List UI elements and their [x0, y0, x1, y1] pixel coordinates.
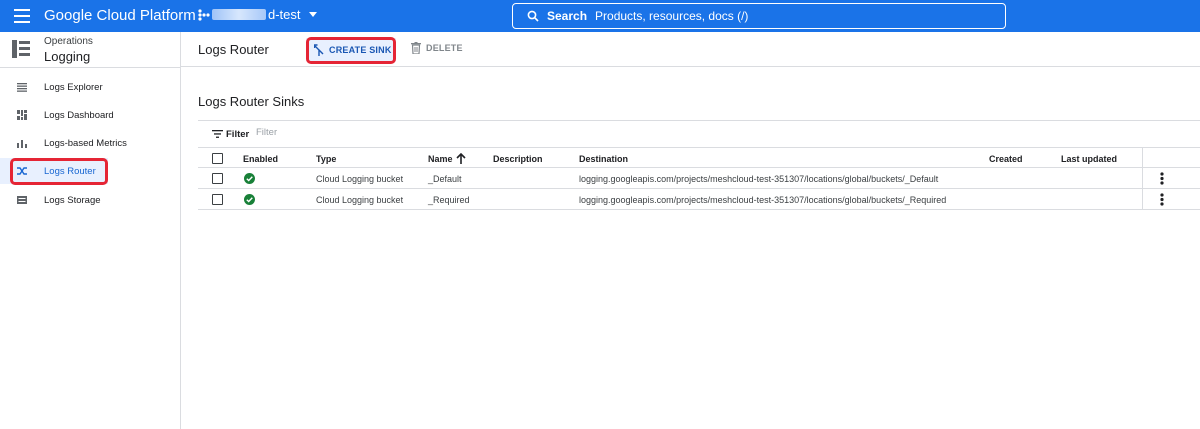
sinks-table: Enabled Type Name Description Destinatio…	[198, 147, 1200, 210]
column-header-destination[interactable]: Destination	[579, 154, 628, 164]
project-selector[interactable]: d-test	[198, 7, 317, 22]
sidebar-item-logs-explorer[interactable]: Logs Explorer	[0, 74, 180, 100]
page-title: Logs Router	[198, 42, 269, 57]
search-box[interactable]: Search	[512, 3, 1006, 29]
table-header-row: Enabled Type Name Description Destinatio…	[198, 147, 1200, 169]
brand-title[interactable]: Google Cloud Platform	[44, 7, 196, 24]
cell-type: Cloud Logging bucket	[316, 174, 404, 184]
cell-destination: logging.googleapis.com/projects/meshclou…	[579, 174, 939, 184]
column-header-last-updated[interactable]: Last updated	[1061, 154, 1117, 164]
search-input[interactable]	[595, 9, 896, 23]
table-row[interactable]: Cloud Logging bucket _Default logging.go…	[198, 168, 1200, 189]
delete-button[interactable]: DELETE	[411, 42, 463, 54]
cell-destination: logging.googleapis.com/projects/meshclou…	[579, 195, 947, 205]
product-name: Logging	[44, 49, 91, 64]
filter-input[interactable]	[256, 127, 456, 138]
sidebar-item-label: Logs Storage	[44, 195, 101, 206]
list-icon	[17, 83, 27, 92]
column-header-name[interactable]: Name	[428, 154, 453, 164]
top-app-bar: Google Cloud Platform d-test Search	[0, 0, 1200, 32]
project-name-suffix: d-test	[268, 7, 301, 22]
trash-icon	[411, 42, 421, 54]
dashboard-icon	[17, 110, 27, 120]
cell-name: _Default	[428, 174, 462, 184]
cell-type: Cloud Logging bucket	[316, 195, 404, 205]
column-header-description[interactable]: Description	[493, 154, 543, 164]
sidebar-item-label: Logs-based Metrics	[44, 138, 127, 149]
logging-product-icon	[12, 40, 30, 58]
column-header-created[interactable]: Created	[989, 154, 1023, 164]
project-icon	[198, 8, 210, 21]
search-icon	[527, 10, 539, 22]
column-divider	[1142, 168, 1143, 189]
more-vert-icon[interactable]	[1160, 172, 1164, 185]
search-label: Search	[547, 9, 588, 23]
row-checkbox[interactable]	[212, 173, 223, 184]
menu-icon[interactable]	[14, 9, 30, 23]
row-checkbox[interactable]	[212, 194, 223, 205]
chevron-down-icon	[308, 12, 317, 17]
product-header: Operations Logging	[0, 32, 180, 68]
filter-icon	[212, 130, 223, 138]
sidebar-item-logs-dashboard[interactable]: Logs Dashboard	[0, 102, 180, 128]
column-header-enabled[interactable]: Enabled	[243, 154, 278, 164]
select-all-checkbox[interactable]	[212, 153, 223, 164]
product-parent: Operations	[44, 36, 93, 47]
sidebar: Operations Logging Logs Explorer Logs Da…	[0, 32, 181, 429]
delete-label: DELETE	[426, 43, 463, 53]
bar-chart-icon	[17, 140, 27, 148]
column-divider	[1142, 189, 1143, 210]
column-header-type[interactable]: Type	[316, 154, 336, 164]
table-row[interactable]: Cloud Logging bucket _Required logging.g…	[198, 189, 1200, 210]
cell-name: _Required	[428, 195, 470, 205]
filter-label: Filter	[226, 129, 250, 140]
column-divider	[1142, 148, 1143, 169]
sidebar-item-label: Logs Explorer	[44, 82, 103, 93]
highlight-box-logs-router	[10, 158, 108, 185]
sidebar-item-label: Logs Dashboard	[44, 110, 114, 121]
arrow-up-icon[interactable]	[456, 153, 466, 164]
redacted-project-name	[212, 9, 266, 20]
section-title: Logs Router Sinks	[198, 94, 305, 109]
check-circle-icon	[244, 173, 255, 184]
highlight-box-create-sink	[306, 37, 396, 64]
sidebar-item-logs-storage[interactable]: Logs Storage	[0, 187, 180, 213]
storage-icon	[17, 196, 27, 204]
sidebar-item-logs-based-metrics[interactable]: Logs-based Metrics	[0, 130, 180, 156]
more-vert-icon[interactable]	[1160, 193, 1164, 206]
check-circle-icon	[244, 194, 255, 205]
filter-bar: Filter	[198, 120, 1200, 147]
